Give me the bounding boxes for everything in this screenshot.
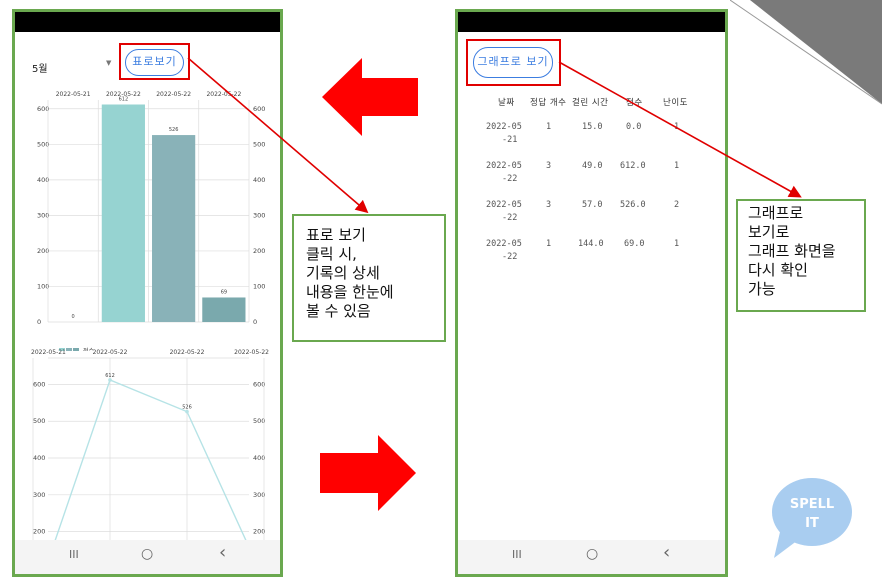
note-line: 기록의 상세 xyxy=(306,264,380,282)
logo-text: SPELL xyxy=(790,497,834,512)
note-line: 표로 보기 xyxy=(306,226,366,244)
note-line: 볼 수 있음 xyxy=(306,302,371,320)
note-line: 클릭 시, xyxy=(306,245,357,263)
spell-it-logo: SPELL IT xyxy=(772,478,852,558)
logo-text: IT xyxy=(805,516,819,531)
note-line: 그래프로 xyxy=(748,204,804,222)
note-line: 그래프 화면을 xyxy=(748,242,836,260)
note-line: 다시 확인 xyxy=(748,261,808,279)
note-line: 보기로 xyxy=(748,223,790,241)
callout-note-table: 표로 보기 클릭 시, 기록의 상세 내용을 한눈에 볼 수 있음 xyxy=(292,214,446,342)
note-line: 내용을 한눈에 xyxy=(306,283,394,301)
note-line: 가능 xyxy=(748,280,776,298)
callout-note-graph: 그래프로 보기로 그래프 화면을 다시 확인 가능 xyxy=(736,199,866,312)
